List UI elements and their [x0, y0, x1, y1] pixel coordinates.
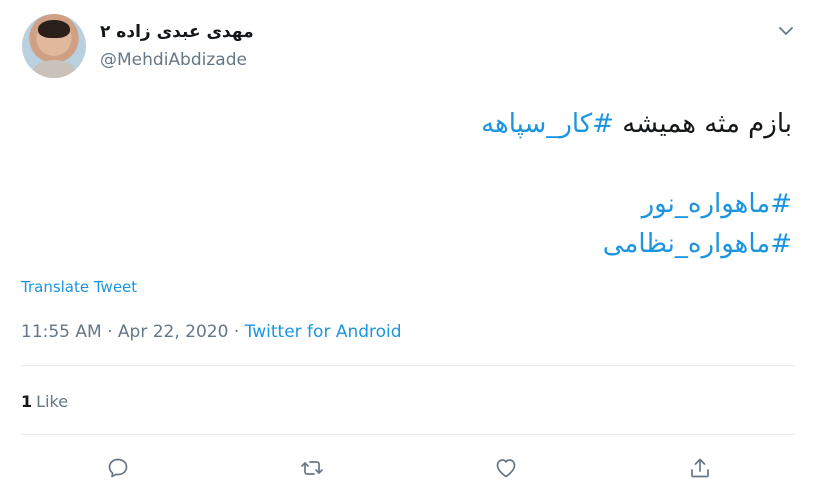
divider — [21, 365, 795, 366]
heart-icon[interactable] — [492, 454, 520, 482]
meta-separator: · — [228, 322, 245, 342]
hashtag-link[interactable]: #ماهواره_نظامی — [603, 229, 792, 259]
divider — [21, 434, 795, 435]
chevron-down-icon[interactable] — [778, 22, 794, 35]
share-icon[interactable] — [686, 454, 714, 482]
hashtag-link[interactable]: #کار_سپاهه — [481, 109, 614, 139]
retweet-icon[interactable] — [298, 454, 326, 482]
tweet-text-plain: بازم مثه همیشه — [613, 109, 792, 139]
translate-tweet-link[interactable]: Translate Tweet — [21, 278, 137, 296]
author-display-name[interactable]: مهدی عبدی زاده ۲ — [100, 22, 254, 42]
tweet-text: بازم مثه همیشه #کار_سپاهه #ماهواره_نور #… — [32, 104, 792, 264]
tweet-date[interactable]: Apr 22, 2020 — [118, 322, 229, 342]
avatar-hair — [38, 20, 70, 38]
hashtag-link[interactable]: #ماهواره_نور — [642, 189, 792, 219]
avatar[interactable] — [22, 14, 86, 78]
tweet-source-link[interactable]: Twitter for Android — [245, 322, 402, 342]
avatar-body — [32, 60, 76, 78]
author-handle[interactable]: @MehdiAbdizade — [100, 50, 247, 70]
tweet-time[interactable]: 11:55 AM — [21, 322, 102, 342]
tweet-line-3: #ماهواره_نظامی — [32, 224, 792, 264]
tweet-card: مهدی عبدی زاده ۲ @MehdiAbdizade بازم مثه… — [0, 0, 816, 500]
likes-stat[interactable]: 1 Like — [21, 392, 68, 411]
tweet-line-1: بازم مثه همیشه #کار_سپاهه — [32, 104, 792, 144]
reply-icon[interactable] — [104, 454, 132, 482]
meta-separator: · — [101, 322, 118, 342]
like-label: Like — [36, 392, 69, 411]
tweet-line-2: #ماهواره_نور — [32, 184, 792, 224]
like-count: 1 — [21, 392, 33, 411]
tweet-meta: 11:55 AM · Apr 22, 2020 · Twitter for An… — [21, 322, 402, 342]
